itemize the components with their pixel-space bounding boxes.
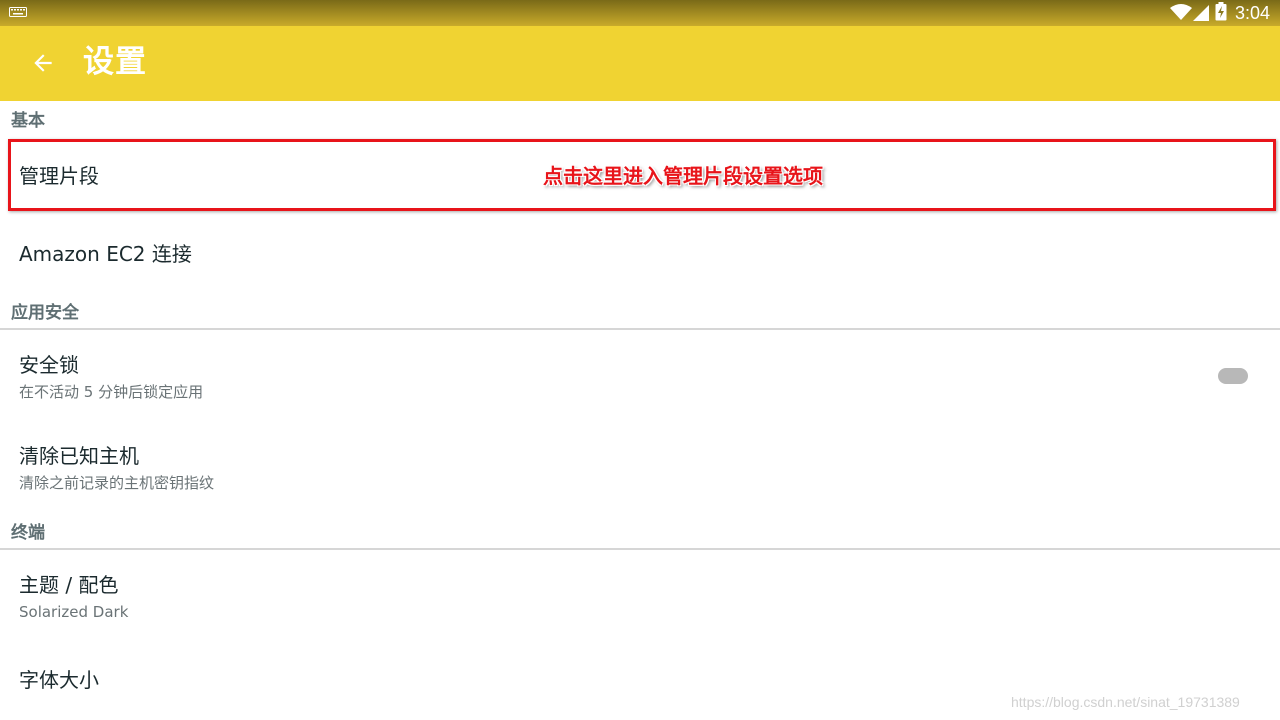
status-bar: 3:04: [0, 0, 1280, 26]
section-divider: [0, 548, 1280, 550]
section-label: 应用安全: [11, 303, 79, 323]
arrow-left-icon[interactable]: [30, 50, 56, 76]
pref-title: 主题 / 配色: [19, 573, 119, 597]
pref-theme-colors[interactable]: 主题 / 配色 Solarized Dark: [0, 555, 1280, 640]
annotation-text: 点击这里进入管理片段设置选项: [543, 164, 823, 188]
battery-charging-icon: [1215, 2, 1227, 21]
keyboard-icon: [9, 7, 27, 17]
app-bar: 设置: [0, 26, 1280, 101]
settings-screen: 3:04 设置 基本 管理片段 Amazon EC2 连接 应用安全 安全锁 在…: [0, 0, 1280, 720]
watermark: https://blog.csdn.net/sinat_19731389: [1011, 694, 1240, 710]
section-divider: [0, 328, 1280, 330]
pref-summary: Solarized Dark: [19, 603, 129, 621]
security-lock-toggle[interactable]: [1218, 368, 1248, 384]
pref-summary: 在不活动 5 分钟后锁定应用: [19, 383, 204, 401]
section-header-terminal: 终端: [0, 516, 1280, 550]
section-header-basic: 基本: [0, 104, 1280, 134]
pref-amazon-ec2[interactable]: Amazon EC2 连接: [0, 216, 1280, 292]
status-clock: 3:04: [1235, 3, 1271, 23]
pref-title: 字体大小: [19, 668, 99, 692]
pref-title: Amazon EC2 连接: [19, 242, 192, 266]
pref-title: 安全锁: [19, 353, 79, 377]
section-header-security: 应用安全: [0, 296, 1280, 330]
pref-security-lock[interactable]: 安全锁 在不活动 5 分钟后锁定应用: [0, 335, 1280, 420]
wifi-icon: [1170, 4, 1192, 20]
section-label: 基本: [11, 111, 45, 131]
pref-clear-known-hosts[interactable]: 清除已知主机 清除之前记录的主机密钥指纹: [0, 425, 1280, 515]
section-label: 终端: [11, 523, 45, 543]
pref-summary: 清除之前记录的主机密钥指纹: [19, 474, 215, 492]
page-title: 设置: [83, 44, 147, 80]
signal-icon: [1193, 5, 1209, 21]
pref-title: 清除已知主机: [19, 444, 139, 468]
